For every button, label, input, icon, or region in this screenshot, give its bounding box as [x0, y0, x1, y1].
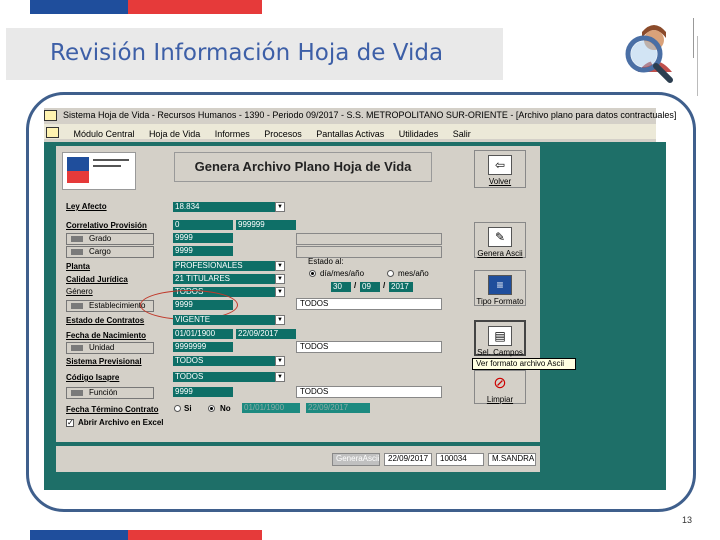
grado-button[interactable]: Grado: [66, 233, 154, 245]
volver-button[interactable]: ⇦ Volver: [474, 150, 526, 188]
tipo-formato-button[interactable]: ≡ Tipo Formato: [474, 270, 526, 306]
gov-logo: [62, 152, 136, 190]
chevron-down-icon[interactable]: ▼: [275, 315, 285, 325]
window-title: Sistema Hoja de Vida - Recursos Humanos …: [44, 110, 676, 122]
menu-bar: Módulo Central Hoja de Vida Informes Pro…: [44, 124, 656, 139]
user-search-icon: [625, 25, 673, 83]
door-exit-icon: ⇦: [488, 155, 512, 175]
fecha-termino-si-radio[interactable]: [174, 405, 181, 412]
estado-mes-anio-label: mes/año: [398, 269, 429, 278]
status-item: 22/09/2017: [384, 453, 432, 466]
fecha-termino-to-input[interactable]: 22/09/2017: [306, 403, 370, 413]
correlativo-to-input[interactable]: 999999: [236, 220, 296, 230]
grado-desc: [296, 233, 442, 245]
bottom-flag-bar: [30, 530, 262, 540]
page-title: Revisión Información Hoja de Vida: [50, 40, 444, 66]
ley-afecto-select[interactable]: 18.834: [173, 202, 275, 212]
fecha-termino-label: Fecha Término Contrato: [66, 405, 159, 414]
menu-item-salir[interactable]: Salir: [453, 129, 471, 139]
doc-icon: [46, 127, 59, 139]
estado-contrato-select[interactable]: VIGENTE: [173, 315, 275, 325]
genera-ascii-button[interactable]: ✎ Genera Ascii: [474, 222, 526, 258]
abrir-excel-checkbox[interactable]: ✓: [66, 419, 74, 427]
chevron-down-icon[interactable]: ▼: [275, 261, 285, 271]
menu-item-procesos[interactable]: Procesos: [264, 129, 302, 139]
planta-select[interactable]: PROFESIONALES: [173, 261, 275, 271]
calidad-label: Calidad Jurídica: [66, 275, 128, 284]
chevron-down-icon[interactable]: ▼: [275, 274, 285, 284]
status-item: 100034: [436, 453, 484, 466]
funcion-desc: TODOS: [296, 386, 442, 398]
funcion-input[interactable]: 9999: [173, 387, 233, 397]
menu-item-informes[interactable]: Informes: [215, 129, 250, 139]
cargo-input[interactable]: 9999: [173, 246, 233, 256]
unidad-button[interactable]: Unidad: [66, 342, 154, 354]
estado-year-input[interactable]: 2017: [389, 282, 413, 292]
menu-item-modulo-central[interactable]: Módulo Central: [73, 129, 134, 139]
unidad-input[interactable]: 9999999: [173, 342, 233, 352]
chevron-down-icon[interactable]: ▼: [275, 372, 285, 382]
chevron-down-icon[interactable]: ▼: [275, 356, 285, 366]
sel-campos-button[interactable]: ▤ Sel. Campos: [474, 320, 526, 357]
chevron-down-icon[interactable]: ▼: [275, 287, 285, 297]
format-icon: ≡: [488, 275, 512, 295]
calidad-select[interactable]: 21 TITULARES: [173, 274, 275, 284]
divider: [693, 18, 694, 58]
fields-icon: ▤: [488, 326, 512, 346]
fecha-termino-no-label: No: [220, 404, 231, 413]
estado-al-label: Estado al:: [308, 257, 344, 266]
status-item: M.SANDRA: [488, 453, 536, 466]
unidad-desc: TODOS: [296, 341, 442, 353]
page-number: 13: [682, 515, 693, 525]
fecha-nacimiento-to-input[interactable]: 22/09/2017: [236, 329, 296, 339]
date-separator: /: [383, 281, 386, 290]
limpiar-button[interactable]: ⊘ Limpiar: [474, 370, 526, 404]
establecimiento-desc: TODOS: [296, 298, 442, 310]
correlativo-from-input[interactable]: 0: [173, 220, 233, 230]
sistema-previsional-select[interactable]: TODOS: [173, 356, 275, 366]
correlativo-label: Correlativo Provisión: [66, 221, 147, 230]
tooltip: Ver formato archivo Ascii: [472, 358, 576, 370]
top-flag-bar: [30, 0, 262, 14]
fecha-termino-no-radio[interactable]: [208, 405, 215, 412]
planta-label: Planta: [66, 262, 91, 271]
estado-dia-mes-anio-label: día/mes/año: [320, 269, 365, 278]
cargo-button[interactable]: Cargo: [66, 246, 154, 258]
grado-input[interactable]: 9999: [173, 233, 233, 243]
fecha-termino-from-input[interactable]: 01/01/1900: [242, 403, 300, 413]
divider: [697, 36, 698, 96]
status-item: GeneraAscii: [332, 453, 380, 466]
fecha-nacimiento-from-input[interactable]: 01/01/1900: [173, 329, 233, 339]
estado-day-input[interactable]: 30: [331, 282, 351, 292]
ley-afecto-label: Ley Afecto: [66, 202, 107, 211]
form-header: Genera Archivo Plano Hoja de Vida: [174, 152, 432, 182]
menu-item-hoja-de-vida[interactable]: Hoja de Vida: [149, 129, 200, 139]
estado-dia-mes-anio-radio[interactable]: [309, 270, 316, 277]
fecha-termino-si-label: Si: [184, 404, 192, 413]
genero-label: Género: [66, 287, 93, 296]
abrir-excel-label: Abrir Archivo en Excel: [78, 418, 164, 427]
app-icon: [44, 110, 57, 122]
estado-month-input[interactable]: 09: [360, 282, 380, 292]
codigo-isapre-label: Código Isapre: [66, 373, 120, 382]
no-entry-icon: ⊘: [493, 375, 507, 392]
codigo-isapre-select[interactable]: TODOS: [173, 372, 275, 382]
date-separator: /: [354, 281, 357, 290]
document-icon: ✎: [488, 227, 512, 247]
funcion-button[interactable]: Función: [66, 387, 154, 399]
sistema-previsional-label: Sistema Previsional: [66, 357, 142, 366]
menu-item-utilidades[interactable]: Utilidades: [399, 129, 439, 139]
menu-item-pantallas-activas[interactable]: Pantallas Activas: [316, 129, 384, 139]
estado-contrato-label: Estado de Contratos: [66, 316, 145, 325]
chevron-down-icon[interactable]: ▼: [275, 202, 285, 212]
fecha-nacimiento-label: Fecha de Nacimiento: [66, 331, 147, 340]
estado-mes-anio-radio[interactable]: [387, 270, 394, 277]
